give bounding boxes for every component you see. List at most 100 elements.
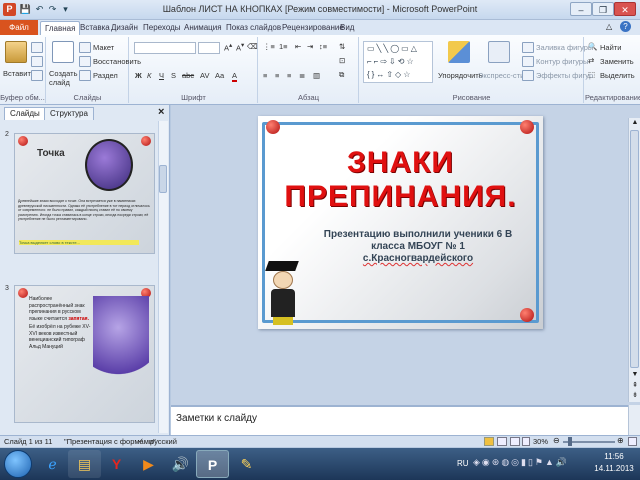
close-button[interactable]: ✕	[614, 2, 636, 16]
explorer-icon[interactable]: ▤	[68, 450, 101, 478]
minimize-ribbon-icon[interactable]: △	[606, 22, 612, 31]
notes-pane[interactable]: Заметки к слайду	[171, 405, 628, 435]
find-button[interactable]: Найти	[600, 43, 621, 52]
scroll-thumb[interactable]	[630, 130, 639, 368]
paint-icon[interactable]: ✎	[230, 450, 263, 478]
font-family-select[interactable]	[134, 42, 196, 54]
current-slide[interactable]: ЗНАКИ ПРЕПИНАНИЯ. Презентацию выполнили …	[258, 116, 543, 329]
tab-slideshow[interactable]: Показ слайдов	[222, 21, 285, 35]
editor-scrollbar[interactable]: ▲ ▼ ⇞ ⇟	[628, 118, 640, 402]
bullets-icon[interactable]: ⋮≡	[263, 42, 275, 51]
replace-button[interactable]: Заменить	[600, 57, 634, 66]
start-button-icon[interactable]	[4, 450, 32, 478]
smartart-icon[interactable]: ⧉	[339, 70, 344, 80]
close-pane-icon[interactable]: ×	[158, 106, 164, 118]
tab-animations[interactable]: Анимация	[180, 21, 226, 35]
clock-time[interactable]: 11:56	[592, 452, 636, 461]
slide-thumbnail[interactable]: Точка Древнейшие знаки восходят к точке.…	[14, 133, 155, 254]
save-icon[interactable]: 💾	[19, 3, 32, 16]
media-player-icon[interactable]: ▶	[132, 450, 165, 478]
shape-effects-icon[interactable]	[522, 70, 534, 81]
prev-slide-icon[interactable]: ⇞	[630, 381, 640, 391]
align-left-icon[interactable]: ≡	[263, 71, 267, 80]
zoom-level[interactable]: 30%	[533, 437, 548, 446]
pane-scroll-thumb[interactable]	[159, 165, 167, 193]
section-button[interactable]: Раздел	[93, 71, 118, 80]
scroll-up-icon[interactable]: ▲	[630, 118, 640, 128]
new-slide-button[interactable]: Создать слайд	[49, 69, 79, 87]
underline-icon[interactable]: Ч	[159, 71, 164, 80]
align-center-icon[interactable]: ≡	[275, 71, 279, 80]
arrange-icon[interactable]	[448, 41, 470, 63]
decrease-indent-icon[interactable]: ⇤	[295, 42, 301, 51]
scroll-down-icon[interactable]: ▼	[630, 370, 640, 380]
text-direction-icon[interactable]: ⇅	[339, 42, 345, 51]
increase-indent-icon[interactable]: ⇥	[307, 42, 313, 51]
font-size-select[interactable]	[198, 42, 220, 54]
spellcheck-icon[interactable]: ✓	[138, 437, 144, 445]
align-text-icon[interactable]: ⊡	[339, 56, 345, 65]
clear-format-icon[interactable]: ⌫	[247, 42, 258, 51]
char-spacing-icon[interactable]: AV	[200, 71, 209, 80]
shrink-font-icon[interactable]: A▾	[236, 42, 244, 53]
shape-outline-button[interactable]: Контур фигуры	[536, 57, 588, 66]
layout-icon[interactable]	[79, 42, 91, 53]
tab-transitions[interactable]: Переходы	[139, 21, 185, 35]
tab-home[interactable]: Главная	[40, 21, 81, 35]
justify-icon[interactable]: ≣	[299, 71, 305, 80]
shape-fill-icon[interactable]	[522, 42, 534, 53]
redo-icon[interactable]: ↷	[46, 3, 59, 16]
help-icon[interactable]: ?	[620, 21, 631, 32]
find-icon[interactable]: 🔍	[588, 42, 597, 51]
zoom-slider-thumb[interactable]	[568, 437, 572, 446]
notes-scrollbar[interactable]	[628, 405, 640, 435]
align-right-icon[interactable]: ≡	[287, 71, 291, 80]
columns-icon[interactable]: ▥	[313, 71, 320, 80]
normal-view-icon[interactable]	[484, 437, 494, 446]
tab-file[interactable]: Файл	[0, 20, 38, 35]
numbering-icon[interactable]: 1≡	[279, 42, 288, 51]
select-button[interactable]: Выделить	[600, 71, 635, 80]
ie-icon[interactable]: ℯ	[36, 450, 69, 478]
select-icon[interactable]: ⬚	[588, 70, 595, 79]
font-color-icon[interactable]: A	[232, 71, 238, 82]
copy-icon[interactable]	[31, 56, 43, 67]
yandex-icon[interactable]: Y	[100, 450, 133, 478]
language-indicator[interactable]: RU	[457, 459, 469, 468]
zoom-in-icon[interactable]: ⊕	[617, 436, 624, 445]
bold-icon[interactable]: Ж	[135, 71, 142, 80]
paste-icon[interactable]	[5, 41, 27, 63]
arrange-button[interactable]: Упорядочить	[438, 71, 483, 80]
new-slide-icon[interactable]	[52, 41, 74, 63]
shapes-gallery[interactable]: ▭╲╲◯▭△ ⌐⌐⇨⇩⟲☆ {}↔⇧◇☆	[363, 41, 433, 83]
next-slide-icon[interactable]: ⇟	[630, 391, 640, 401]
section-icon[interactable]	[79, 70, 91, 81]
italic-icon[interactable]: К	[147, 71, 151, 80]
cut-icon[interactable]	[31, 42, 43, 53]
tab-design[interactable]: Дизайн	[107, 21, 142, 35]
shape-outline-icon[interactable]	[522, 56, 534, 67]
volume-app-icon[interactable]: 🔊	[164, 450, 197, 478]
minimize-button[interactable]: –	[570, 2, 592, 16]
slide-thumbnail[interactable]: Наиболее распространённый знак препинани…	[14, 285, 155, 423]
powerpoint-logo-icon[interactable]: P	[3, 3, 16, 16]
undo-icon[interactable]: ↶	[33, 3, 46, 16]
tab-view[interactable]: Вид	[336, 21, 358, 35]
change-case-icon[interactable]: Aa	[215, 71, 224, 80]
format-painter-icon[interactable]	[31, 70, 43, 81]
powerpoint-taskbar-icon[interactable]: P	[196, 450, 229, 478]
language[interactable]: русский	[150, 437, 177, 446]
clock-date[interactable]: 14.11.2013	[592, 464, 636, 473]
strikethrough-icon[interactable]: abc	[182, 71, 194, 80]
quick-styles-icon[interactable]	[488, 41, 510, 63]
slide-sorter-icon[interactable]	[497, 437, 507, 446]
customize-quick-access-icon[interactable]: ▾	[59, 3, 72, 16]
layout-button[interactable]: Макет	[93, 43, 114, 52]
tab-slides-pane[interactable]: Слайды	[4, 107, 46, 120]
fit-slide-icon[interactable]	[628, 437, 637, 446]
line-spacing-icon[interactable]: ↕≡	[319, 42, 327, 51]
shadow-icon[interactable]: S	[171, 71, 176, 80]
maximize-button[interactable]: ❐	[592, 2, 614, 16]
grow-font-icon[interactable]: A▴	[224, 42, 232, 53]
slideshow-icon[interactable]	[522, 437, 530, 446]
